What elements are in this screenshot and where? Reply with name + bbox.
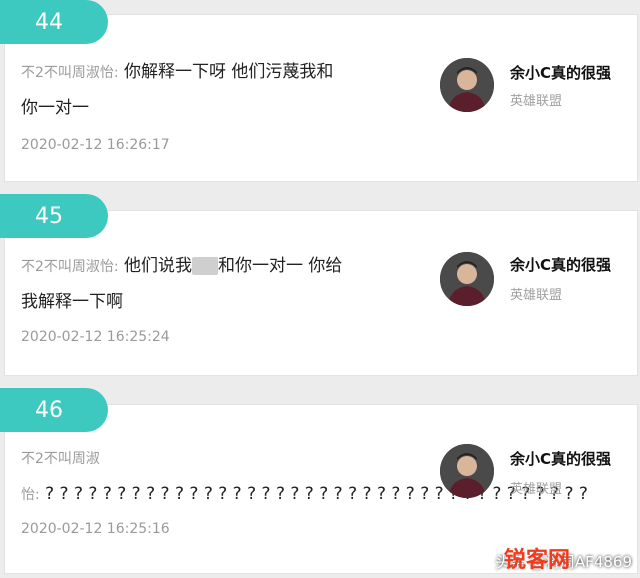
comment-text: 我解释一下啊 xyxy=(21,292,123,312)
comment-sender: 不2不叫周淑 xyxy=(21,451,100,467)
comment-text: 你一对一 xyxy=(21,98,89,118)
comment-sender: 不2不叫周淑怡: xyxy=(21,65,119,81)
comment-message: 不2不叫周淑 怡: ? ? ? ? ? ? ? ? ? ? ? ? ? ? ? … xyxy=(21,441,588,513)
person-icon xyxy=(440,252,494,306)
user-game: 英雄联盟 xyxy=(510,288,563,303)
avatar[interactable] xyxy=(440,444,494,498)
comment-date: 2020-02-12 16:25:16 xyxy=(21,521,170,537)
comment-text: 他们说我 xyxy=(118,256,193,276)
redacted-block xyxy=(192,257,219,275)
comment-number-tab: 46 xyxy=(0,388,108,432)
site-logo: 锐客网 xyxy=(503,548,570,573)
person-icon xyxy=(440,444,494,498)
comment-sender: 不2不叫周淑怡: xyxy=(21,259,119,275)
avatar[interactable] xyxy=(440,252,494,306)
comment-message: 不2不叫周淑怡: 你解释一下呀 他们污蔑我和 你一对一 xyxy=(21,55,333,126)
comment-text: 和你一对一 你给 xyxy=(218,256,343,276)
comment-date: 2020-02-12 16:26:17 xyxy=(21,137,170,153)
comment-text: 你解释一下呀 他们污蔑我和 xyxy=(118,62,334,82)
user-name[interactable]: 余小C真的很强 xyxy=(510,448,611,469)
comment-message: 不2不叫周淑怡: 他们说我 和你一对一 你给 我解释一下啊 xyxy=(21,249,342,320)
comment-number-tab: 45 xyxy=(0,194,108,238)
person-icon xyxy=(440,58,494,112)
user-game: 英雄联盟 xyxy=(510,94,563,109)
avatar[interactable] xyxy=(440,58,494,112)
user-name[interactable]: 余小C真的很强 xyxy=(510,254,611,275)
comment-number-tab: 44 xyxy=(0,0,108,44)
comment-sender: 怡: xyxy=(21,487,40,503)
comment-text: ? ? ? ? ? ? ? ? ? ? ? ? ? ? ? ? ? ? ? ? … xyxy=(39,484,588,504)
comment-date: 2020-02-12 16:25:24 xyxy=(21,329,170,345)
user-name[interactable]: 余小C真的很强 xyxy=(510,62,611,83)
user-game: 英雄联盟 xyxy=(510,482,563,497)
